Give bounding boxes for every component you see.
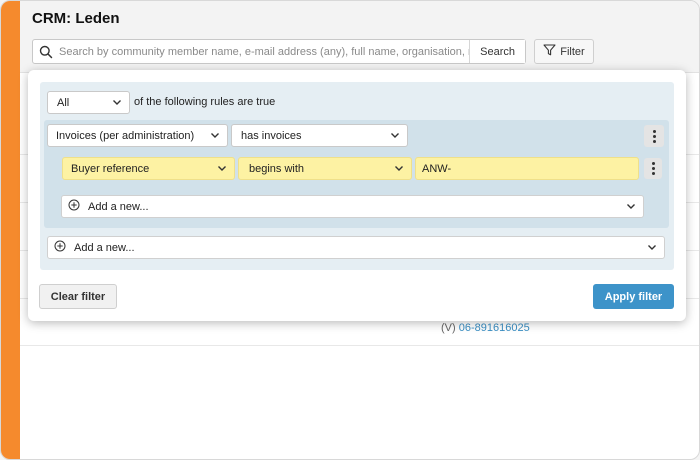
search-icon <box>33 45 59 59</box>
app-window: CRM: Leden Search Filter (V) 06-89161602… <box>0 0 700 460</box>
sidebar-accent-bar <box>1 1 20 459</box>
sub-rule-menu-button[interactable] <box>644 158 662 179</box>
root-add-new-select[interactable]: Add a new... <box>47 236 665 259</box>
chevron-down-icon <box>210 130 220 143</box>
sub-rule-operator-value: begins with <box>249 162 305 175</box>
kebab-menu-icon <box>652 129 656 143</box>
group-add-new-select[interactable]: Add a new... <box>61 195 644 218</box>
sub-rule-operator-select[interactable]: begins with <box>238 157 412 180</box>
funnel-icon <box>543 44 556 59</box>
chevron-down-icon <box>112 97 122 110</box>
chevron-down-icon <box>647 242 657 255</box>
search-box: Search <box>32 39 526 64</box>
rule-field-select[interactable]: Invoices (per administration) <box>47 124 228 147</box>
header-bar: CRM: Leden Search Filter <box>20 1 699 73</box>
phone-type-label: (V) <box>441 322 456 334</box>
kebab-menu-icon <box>651 162 655 175</box>
rule-condition-value: has invoices <box>241 129 302 142</box>
root-add-new-label: Add a new... <box>74 241 135 254</box>
plus-circle-icon <box>68 199 80 214</box>
chevron-down-icon <box>217 163 227 176</box>
rule-group: Invoices (per administration) has invoic… <box>44 120 669 228</box>
chevron-down-icon <box>390 130 400 143</box>
page-title: CRM: Leden <box>32 10 120 27</box>
member-phone: (V) 06-891616025 <box>441 322 530 334</box>
rule-group-menu-button[interactable] <box>644 125 664 147</box>
filter-popup: All of the following rules are true Invo… <box>28 70 686 321</box>
search-input[interactable] <box>59 45 470 58</box>
plus-circle-icon <box>54 240 66 255</box>
quantifier-select[interactable]: All <box>47 91 130 114</box>
search-button[interactable]: Search <box>469 40 525 63</box>
sub-rule-field-select[interactable]: Buyer reference <box>62 157 235 180</box>
clear-filter-button[interactable]: Clear filter <box>39 284 117 309</box>
apply-filter-button[interactable]: Apply filter <box>593 284 674 309</box>
list-divider <box>20 345 699 346</box>
filter-button-label: Filter <box>560 45 585 58</box>
filter-button[interactable]: Filter <box>534 39 594 64</box>
rules-container: All of the following rules are true Invo… <box>40 82 674 270</box>
rule-field-value: Invoices (per administration) <box>56 129 195 142</box>
phone-link[interactable]: 06-891616025 <box>459 322 530 334</box>
sub-rule-value-input[interactable] <box>415 157 639 180</box>
rule-condition-select[interactable]: has invoices <box>231 124 408 147</box>
chevron-down-icon <box>394 163 404 176</box>
quantifier-value: All <box>57 96 70 109</box>
sub-rule-field-value: Buyer reference <box>71 162 150 175</box>
group-add-new-label: Add a new... <box>88 200 149 213</box>
quantifier-suffix: of the following rules are true <box>134 96 276 108</box>
chevron-down-icon <box>626 201 636 214</box>
